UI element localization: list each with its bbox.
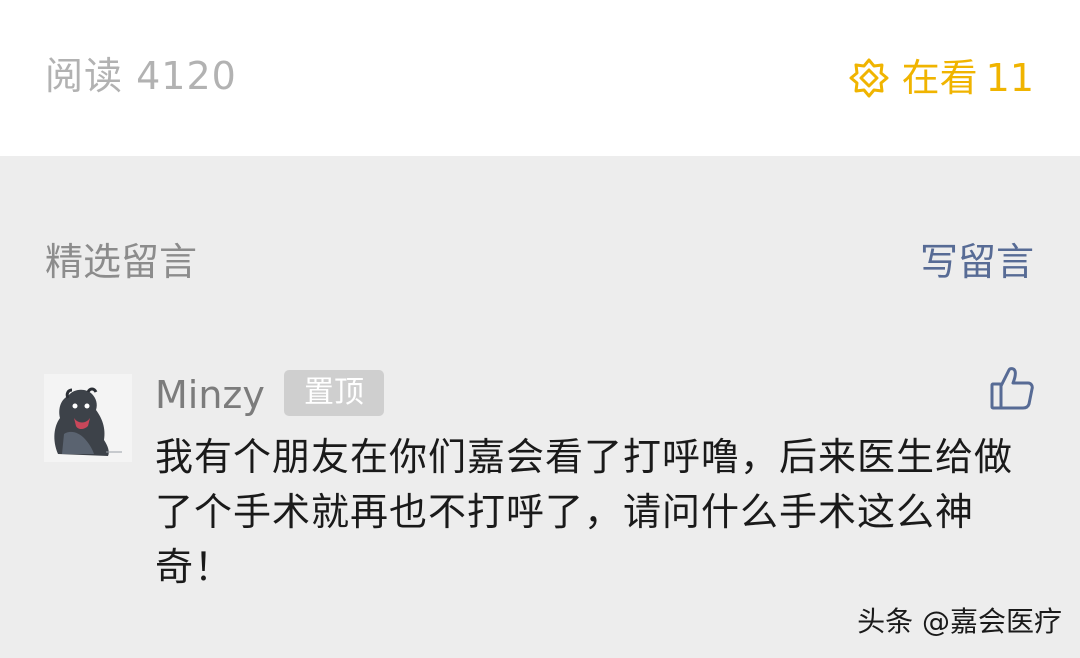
- watching-button[interactable]: 在看 11: [848, 50, 1034, 106]
- comment-nickname[interactable]: Minzy: [155, 370, 265, 420]
- featured-comments-title: 精选留言: [45, 240, 198, 284]
- read-count-value: 4120: [136, 54, 237, 98]
- watermark: 头条 @嘉会医疗: [857, 605, 1062, 638]
- article-stats-bar: 阅读 4120 在看 11: [0, 0, 1080, 156]
- write-comment-link[interactable]: 写留言: [920, 236, 1034, 288]
- pinned-badge: 置顶: [284, 370, 384, 416]
- avatar[interactable]: [44, 374, 132, 462]
- comment-item: Minzy 置顶 我有个朋友在你们嘉会看了打呼噜，后来医生给做了个手术就再也不打…: [0, 367, 1080, 620]
- read-label: 阅读: [45, 54, 124, 98]
- watching-count: 11: [985, 56, 1034, 100]
- wow-icon: [849, 58, 889, 98]
- watching-label: 在看: [901, 56, 978, 100]
- comment-text: 我有个朋友在你们嘉会看了打呼噜，后来医生给做了个手术就再也不打呼了，请问什么手术…: [155, 435, 1014, 589]
- read-count: 阅读 4120: [45, 50, 237, 102]
- avatar-image: [44, 374, 132, 462]
- thumbs-up-icon[interactable]: [988, 364, 1036, 412]
- comments-header: 精选留言 写留言: [0, 232, 1080, 292]
